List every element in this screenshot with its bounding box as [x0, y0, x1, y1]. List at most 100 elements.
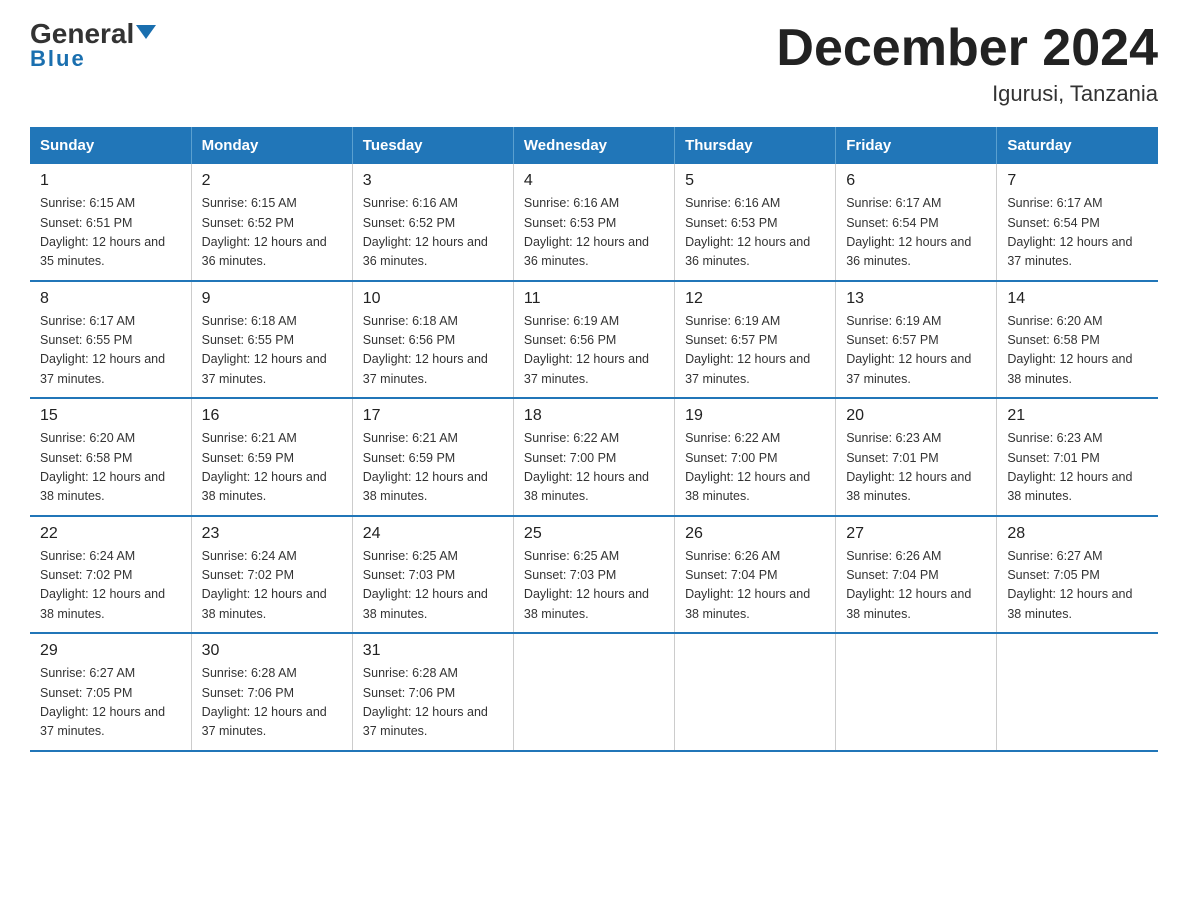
- calendar-cell: 5 Sunrise: 6:16 AMSunset: 6:53 PMDayligh…: [675, 164, 836, 281]
- day-info: Sunrise: 6:25 AMSunset: 7:03 PMDaylight:…: [524, 547, 664, 625]
- day-info: Sunrise: 6:19 AMSunset: 6:57 PMDaylight:…: [685, 312, 825, 390]
- day-number: 18: [524, 407, 664, 425]
- day-number: 28: [1007, 525, 1148, 543]
- day-info: Sunrise: 6:27 AMSunset: 7:05 PMDaylight:…: [1007, 547, 1148, 625]
- calendar-cell: 20 Sunrise: 6:23 AMSunset: 7:01 PMDaylig…: [836, 398, 997, 516]
- calendar-cell: 6 Sunrise: 6:17 AMSunset: 6:54 PMDayligh…: [836, 164, 997, 281]
- day-number: 5: [685, 172, 825, 190]
- day-info: Sunrise: 6:22 AMSunset: 7:00 PMDaylight:…: [524, 429, 664, 507]
- header-wednesday: Wednesday: [513, 127, 674, 164]
- calendar-cell: 25 Sunrise: 6:25 AMSunset: 7:03 PMDaylig…: [513, 516, 674, 634]
- day-number: 21: [1007, 407, 1148, 425]
- logo-blue: Blue: [30, 46, 86, 72]
- day-info: Sunrise: 6:16 AMSunset: 6:52 PMDaylight:…: [363, 194, 503, 272]
- day-info: Sunrise: 6:23 AMSunset: 7:01 PMDaylight:…: [1007, 429, 1148, 507]
- calendar-week-row: 8 Sunrise: 6:17 AMSunset: 6:55 PMDayligh…: [30, 281, 1158, 399]
- day-info: Sunrise: 6:20 AMSunset: 6:58 PMDaylight:…: [1007, 312, 1148, 390]
- calendar-cell: [997, 633, 1158, 751]
- calendar-cell: 19 Sunrise: 6:22 AMSunset: 7:00 PMDaylig…: [675, 398, 836, 516]
- day-info: Sunrise: 6:20 AMSunset: 6:58 PMDaylight:…: [40, 429, 181, 507]
- day-info: Sunrise: 6:26 AMSunset: 7:04 PMDaylight:…: [685, 547, 825, 625]
- day-number: 30: [202, 642, 342, 660]
- calendar-table: SundayMondayTuesdayWednesdayThursdayFrid…: [30, 127, 1158, 752]
- calendar-cell: 24 Sunrise: 6:25 AMSunset: 7:03 PMDaylig…: [352, 516, 513, 634]
- calendar-cell: 4 Sunrise: 6:16 AMSunset: 6:53 PMDayligh…: [513, 164, 674, 281]
- logo-triangle-icon: [136, 25, 156, 39]
- calendar-cell: 1 Sunrise: 6:15 AMSunset: 6:51 PMDayligh…: [30, 164, 191, 281]
- day-number: 26: [685, 525, 825, 543]
- calendar-cell: 16 Sunrise: 6:21 AMSunset: 6:59 PMDaylig…: [191, 398, 352, 516]
- day-number: 6: [846, 172, 986, 190]
- title-block: December 2024 Igurusi, Tanzania: [776, 20, 1158, 107]
- day-info: Sunrise: 6:26 AMSunset: 7:04 PMDaylight:…: [846, 547, 986, 625]
- day-number: 19: [685, 407, 825, 425]
- calendar-cell: 18 Sunrise: 6:22 AMSunset: 7:00 PMDaylig…: [513, 398, 674, 516]
- calendar-cell: 3 Sunrise: 6:16 AMSunset: 6:52 PMDayligh…: [352, 164, 513, 281]
- day-info: Sunrise: 6:18 AMSunset: 6:56 PMDaylight:…: [363, 312, 503, 390]
- day-number: 16: [202, 407, 342, 425]
- day-number: 27: [846, 525, 986, 543]
- calendar-header-row: SundayMondayTuesdayWednesdayThursdayFrid…: [30, 127, 1158, 164]
- page-header: General Blue December 2024 Igurusi, Tanz…: [30, 20, 1158, 107]
- calendar-cell: 8 Sunrise: 6:17 AMSunset: 6:55 PMDayligh…: [30, 281, 191, 399]
- day-info: Sunrise: 6:25 AMSunset: 7:03 PMDaylight:…: [363, 547, 503, 625]
- header-sunday: Sunday: [30, 127, 191, 164]
- day-info: Sunrise: 6:18 AMSunset: 6:55 PMDaylight:…: [202, 312, 342, 390]
- calendar-cell: 7 Sunrise: 6:17 AMSunset: 6:54 PMDayligh…: [997, 164, 1158, 281]
- day-number: 8: [40, 290, 181, 308]
- header-thursday: Thursday: [675, 127, 836, 164]
- day-number: 13: [846, 290, 986, 308]
- logo-general: General: [30, 20, 156, 48]
- day-info: Sunrise: 6:28 AMSunset: 7:06 PMDaylight:…: [363, 664, 503, 742]
- day-info: Sunrise: 6:24 AMSunset: 7:02 PMDaylight:…: [40, 547, 181, 625]
- day-info: Sunrise: 6:21 AMSunset: 6:59 PMDaylight:…: [202, 429, 342, 507]
- day-number: 9: [202, 290, 342, 308]
- day-info: Sunrise: 6:24 AMSunset: 7:02 PMDaylight:…: [202, 547, 342, 625]
- day-number: 17: [363, 407, 503, 425]
- calendar-cell: 9 Sunrise: 6:18 AMSunset: 6:55 PMDayligh…: [191, 281, 352, 399]
- calendar-cell: 27 Sunrise: 6:26 AMSunset: 7:04 PMDaylig…: [836, 516, 997, 634]
- day-info: Sunrise: 6:27 AMSunset: 7:05 PMDaylight:…: [40, 664, 181, 742]
- day-info: Sunrise: 6:15 AMSunset: 6:51 PMDaylight:…: [40, 194, 181, 272]
- day-number: 10: [363, 290, 503, 308]
- calendar-cell: 13 Sunrise: 6:19 AMSunset: 6:57 PMDaylig…: [836, 281, 997, 399]
- header-tuesday: Tuesday: [352, 127, 513, 164]
- day-info: Sunrise: 6:28 AMSunset: 7:06 PMDaylight:…: [202, 664, 342, 742]
- day-number: 15: [40, 407, 181, 425]
- day-info: Sunrise: 6:23 AMSunset: 7:01 PMDaylight:…: [846, 429, 986, 507]
- calendar-cell: 26 Sunrise: 6:26 AMSunset: 7:04 PMDaylig…: [675, 516, 836, 634]
- calendar-cell: 11 Sunrise: 6:19 AMSunset: 6:56 PMDaylig…: [513, 281, 674, 399]
- logo: General Blue: [30, 20, 156, 72]
- day-number: 7: [1007, 172, 1148, 190]
- calendar-cell: 23 Sunrise: 6:24 AMSunset: 7:02 PMDaylig…: [191, 516, 352, 634]
- header-monday: Monday: [191, 127, 352, 164]
- header-friday: Friday: [836, 127, 997, 164]
- day-number: 22: [40, 525, 181, 543]
- calendar-cell: 17 Sunrise: 6:21 AMSunset: 6:59 PMDaylig…: [352, 398, 513, 516]
- day-info: Sunrise: 6:17 AMSunset: 6:54 PMDaylight:…: [1007, 194, 1148, 272]
- calendar-week-row: 15 Sunrise: 6:20 AMSunset: 6:58 PMDaylig…: [30, 398, 1158, 516]
- day-number: 14: [1007, 290, 1148, 308]
- calendar-cell: 21 Sunrise: 6:23 AMSunset: 7:01 PMDaylig…: [997, 398, 1158, 516]
- day-info: Sunrise: 6:19 AMSunset: 6:57 PMDaylight:…: [846, 312, 986, 390]
- day-number: 25: [524, 525, 664, 543]
- day-info: Sunrise: 6:17 AMSunset: 6:55 PMDaylight:…: [40, 312, 181, 390]
- day-number: 29: [40, 642, 181, 660]
- day-number: 12: [685, 290, 825, 308]
- calendar-week-row: 29 Sunrise: 6:27 AMSunset: 7:05 PMDaylig…: [30, 633, 1158, 751]
- day-info: Sunrise: 6:15 AMSunset: 6:52 PMDaylight:…: [202, 194, 342, 272]
- day-number: 3: [363, 172, 503, 190]
- day-info: Sunrise: 6:19 AMSunset: 6:56 PMDaylight:…: [524, 312, 664, 390]
- header-saturday: Saturday: [997, 127, 1158, 164]
- day-number: 11: [524, 290, 664, 308]
- day-number: 23: [202, 525, 342, 543]
- day-number: 1: [40, 172, 181, 190]
- day-info: Sunrise: 6:17 AMSunset: 6:54 PMDaylight:…: [846, 194, 986, 272]
- page-title: December 2024: [776, 20, 1158, 77]
- day-info: Sunrise: 6:22 AMSunset: 7:00 PMDaylight:…: [685, 429, 825, 507]
- calendar-cell: 15 Sunrise: 6:20 AMSunset: 6:58 PMDaylig…: [30, 398, 191, 516]
- calendar-cell: [513, 633, 674, 751]
- calendar-cell: 10 Sunrise: 6:18 AMSunset: 6:56 PMDaylig…: [352, 281, 513, 399]
- calendar-cell: 29 Sunrise: 6:27 AMSunset: 7:05 PMDaylig…: [30, 633, 191, 751]
- day-number: 4: [524, 172, 664, 190]
